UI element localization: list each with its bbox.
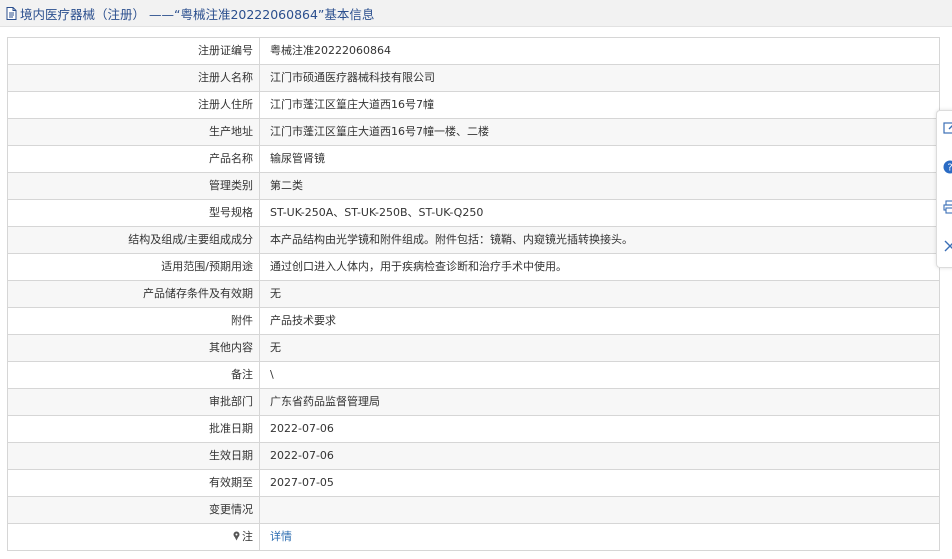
page-header: 境内医疗器械（注册） ——“粤械注准20222060864”基本信息 bbox=[0, 0, 952, 27]
field-value: 江门市蓬江区篁庄大道西16号7幢 bbox=[270, 98, 434, 111]
table-row: 注册人住所 江门市蓬江区篁庄大道西16号7幢 bbox=[8, 92, 939, 119]
field-value: 江门市蓬江区篁庄大道西16号7幢一楼、二楼 bbox=[260, 119, 939, 145]
close-icon[interactable] bbox=[943, 239, 952, 253]
table-row: 其他内容 无 bbox=[8, 335, 939, 362]
table-row: 注 详情 bbox=[8, 524, 939, 551]
field-label: 生产地址 bbox=[8, 119, 260, 145]
field-value: 无 bbox=[260, 335, 939, 361]
field-label: 其他内容 bbox=[8, 335, 260, 361]
field-value: ST-UK-250A、ST-UK-250B、ST-UK-Q250 bbox=[270, 206, 484, 219]
note-label: 注 bbox=[242, 530, 253, 543]
field-value: 通过创口进入人体内，用于疾病检查诊断和治疗手术中使用。 bbox=[270, 260, 567, 273]
field-label: 批准日期 bbox=[8, 416, 260, 442]
field-value: \ bbox=[270, 368, 274, 381]
field-label: 适用范围/预期用途 bbox=[8, 254, 260, 280]
svg-text:?: ? bbox=[947, 163, 952, 174]
print-icon[interactable] bbox=[943, 200, 952, 214]
edit-icon[interactable] bbox=[943, 121, 952, 135]
table-row: 生效日期 2022-07-06 bbox=[8, 443, 939, 470]
table-row: 产品储存条件及有效期 无 bbox=[8, 281, 939, 308]
side-toolbar: ? bbox=[936, 110, 952, 268]
field-label: 型号规格 bbox=[8, 200, 260, 226]
table-row: 备注 \ bbox=[8, 362, 939, 389]
field-value: 粤械注准20222060864 bbox=[270, 44, 391, 57]
field-value: 产品技术要求 bbox=[270, 314, 336, 327]
table-row: 有效期至 2027-07-05 bbox=[8, 470, 939, 497]
info-table: 注册证编号 粤械注准20222060864 注册人名称 江门市硕通医疗器械科技有… bbox=[7, 37, 940, 551]
table-row: 审批部门 广东省药品监督管理局 bbox=[8, 389, 939, 416]
page-title: 境内医疗器械（注册） ——“粤械注准20222060864”基本信息 bbox=[20, 6, 375, 22]
details-link[interactable]: 详情 bbox=[260, 524, 939, 550]
table-row: 附件 产品技术要求 bbox=[8, 308, 939, 335]
field-value: 本产品结构由光学镜和附件组成。附件包括：镜鞘、内窥镜光插转换接头。 bbox=[260, 227, 939, 253]
field-value: 第二类 bbox=[260, 173, 939, 199]
table-row: 生产地址 江门市蓬江区篁庄大道西16号7幢一楼、二楼 bbox=[8, 119, 939, 146]
field-label-note: 注 bbox=[8, 524, 260, 550]
field-label: 结构及组成/主要组成成分 bbox=[8, 227, 260, 253]
field-label: 生效日期 bbox=[8, 443, 260, 469]
field-label: 有效期至 bbox=[8, 470, 260, 496]
table-row: 管理类别 第二类 bbox=[8, 173, 939, 200]
field-label: 注册人名称 bbox=[8, 65, 260, 91]
field-label: 产品储存条件及有效期 bbox=[8, 281, 260, 307]
field-label: 备注 bbox=[8, 362, 260, 388]
field-value: 输尿管肾镜 bbox=[270, 152, 325, 165]
field-value: 广东省药品监督管理局 bbox=[260, 389, 939, 415]
field-label: 注册人住所 bbox=[8, 92, 260, 118]
field-value: 江门市硕通医疗器械科技有限公司 bbox=[260, 65, 939, 91]
table-row: 结构及组成/主要组成成分 本产品结构由光学镜和附件组成。附件包括：镜鞘、内窥镜光… bbox=[8, 227, 939, 254]
field-label: 审批部门 bbox=[8, 389, 260, 415]
field-label: 管理类别 bbox=[8, 173, 260, 199]
field-value bbox=[260, 497, 939, 523]
document-icon bbox=[6, 6, 17, 20]
table-row: 批准日期 2022-07-06 bbox=[8, 416, 939, 443]
table-row: 型号规格 ST-UK-250A、ST-UK-250B、ST-UK-Q250 bbox=[8, 200, 939, 227]
field-label: 附件 bbox=[8, 308, 260, 334]
field-label: 变更情况 bbox=[8, 497, 260, 523]
field-label: 注册证编号 bbox=[8, 38, 260, 64]
pin-icon bbox=[232, 525, 241, 541]
help-icon[interactable]: ? bbox=[943, 160, 952, 174]
field-value: 2022-07-06 bbox=[270, 422, 334, 435]
table-row: 注册证编号 粤械注准20222060864 bbox=[8, 38, 939, 65]
table-row: 注册人名称 江门市硕通医疗器械科技有限公司 bbox=[8, 65, 939, 92]
table-row: 产品名称 输尿管肾镜 bbox=[8, 146, 939, 173]
field-value: 无 bbox=[260, 281, 939, 307]
table-row: 变更情况 bbox=[8, 497, 939, 524]
table-row: 适用范围/预期用途 通过创口进入人体内，用于疾病检查诊断和治疗手术中使用。 bbox=[8, 254, 939, 281]
field-value: 2027-07-05 bbox=[270, 476, 334, 489]
field-label: 产品名称 bbox=[8, 146, 260, 172]
field-value: 2022-07-06 bbox=[260, 443, 939, 469]
